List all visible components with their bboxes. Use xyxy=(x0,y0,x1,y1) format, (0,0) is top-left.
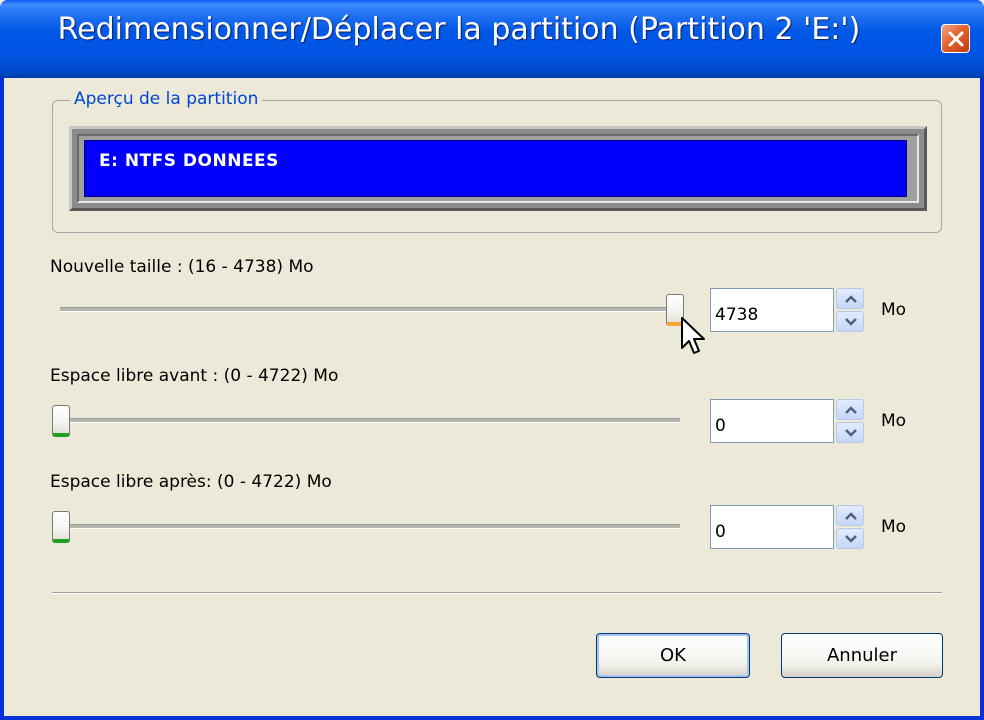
free-space-before-spinner xyxy=(836,399,864,443)
free-space-before-slider-track[interactable] xyxy=(60,418,680,423)
free-space-after-label: Espace libre après: (0 - 4722) Mo xyxy=(50,472,332,492)
free-space-after-input[interactable] xyxy=(710,505,834,549)
partition-label: E: NTFS DONNEES xyxy=(99,151,279,171)
title-bar[interactable]: Redimensionner/Déplacer la partition (Pa… xyxy=(0,0,984,78)
chevron-down-icon xyxy=(845,429,857,437)
new-size-input[interactable] xyxy=(710,288,834,332)
chevron-up-icon xyxy=(845,406,857,414)
partition-preview-frame: E: NTFS DONNEES xyxy=(69,126,927,211)
new-size-unit: Mo xyxy=(881,300,907,320)
free-space-before-label: Espace libre avant : (0 - 4722) Mo xyxy=(50,366,339,386)
free-space-after-unit: Mo xyxy=(881,517,907,537)
window-title: Redimensionner/Déplacer la partition (Pa… xyxy=(57,12,861,47)
separator xyxy=(52,592,942,594)
free-space-before-decrement-button[interactable] xyxy=(836,422,864,443)
free-space-before-increment-button[interactable] xyxy=(836,399,864,420)
free-space-after-slider-track[interactable] xyxy=(60,524,680,529)
cancel-button[interactable]: Annuler xyxy=(781,633,943,678)
free-space-after-slider-thumb[interactable] xyxy=(52,511,70,543)
free-space-before-input[interactable] xyxy=(710,399,834,443)
close-button[interactable] xyxy=(941,24,970,53)
resize-partition-dialog: Redimensionner/Déplacer la partition (Pa… xyxy=(0,0,984,720)
partition-preview-legend: Aperçu de la partition xyxy=(70,88,263,110)
free-space-before-slider-thumb[interactable] xyxy=(52,405,70,437)
free-space-before-unit: Mo xyxy=(881,411,907,431)
mouse-pointer-icon xyxy=(681,317,705,354)
chevron-down-icon xyxy=(845,318,857,326)
chevron-down-icon xyxy=(845,535,857,543)
free-space-after-spinner xyxy=(836,505,864,549)
chevron-up-icon xyxy=(845,295,857,303)
chevron-up-icon xyxy=(845,512,857,520)
ok-button[interactable]: OK xyxy=(596,633,750,678)
new-size-spinner xyxy=(836,288,864,332)
new-size-slider-track[interactable] xyxy=(60,307,680,312)
partition-bar[interactable]: E: NTFS DONNEES xyxy=(84,140,907,197)
new-size-increment-button[interactable] xyxy=(836,288,864,309)
free-space-after-increment-button[interactable] xyxy=(836,505,864,526)
close-x-icon xyxy=(948,31,964,47)
free-space-after-decrement-button[interactable] xyxy=(836,528,864,549)
new-size-decrement-button[interactable] xyxy=(836,311,864,332)
new-size-label: Nouvelle taille : (16 - 4738) Mo xyxy=(50,257,314,277)
partition-preview-inner: E: NTFS DONNEES xyxy=(77,134,919,203)
